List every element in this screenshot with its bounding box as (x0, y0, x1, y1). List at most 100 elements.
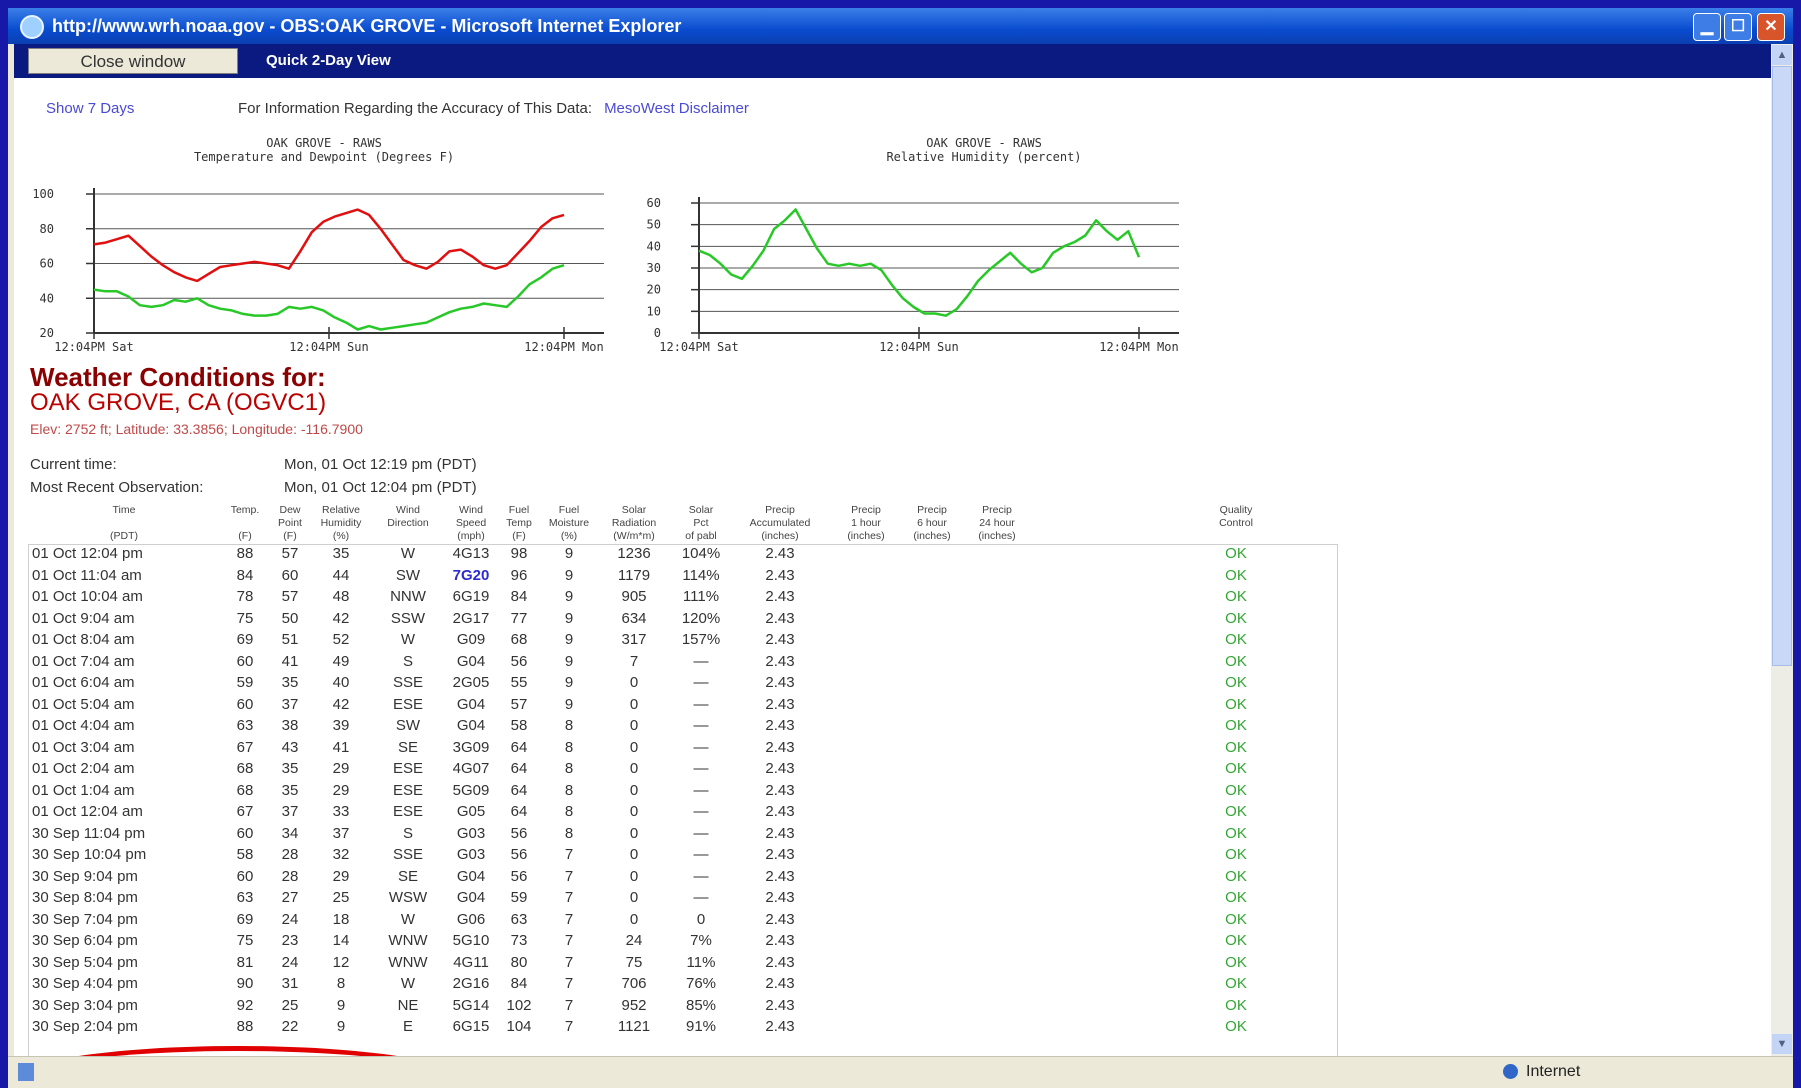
table-cell: 35 (332, 545, 350, 563)
scroll-up-arrow-icon[interactable]: ▲ (1772, 45, 1792, 65)
column-header: 6 hour (917, 517, 947, 529)
table-cell: W (400, 975, 416, 993)
table-cell: 905 (621, 588, 647, 606)
table-cell: — (693, 867, 709, 885)
column-header: (W/m*m) (613, 530, 655, 542)
table-cell: 42 (332, 609, 350, 627)
table-cell: 0 (629, 738, 639, 756)
table-cell (828, 973, 904, 995)
column-header (372, 530, 444, 543)
title-bar: http://www.wrh.noaa.gov - OBS:OAK GROVE … (8, 8, 1793, 44)
most-recent-value: Mon, 01 Oct 12:04 pm (PDT) (284, 479, 477, 496)
table-cell (828, 629, 904, 651)
table-cell: 2.43 (765, 652, 795, 670)
table-cell: SSE (392, 846, 423, 864)
table-cell: — (693, 717, 709, 735)
table-cell: 30 Sep 6:04 pm (32, 932, 138, 950)
table-row: 01 Oct 9:04 am 75 50 42 SSW 2G17 77 9 634 120% 2.4… (28, 608, 1438, 630)
table-cell: 01 Oct 1:04 am (32, 781, 135, 799)
table-cell: W (400, 631, 416, 649)
column-header (1034, 530, 1438, 543)
table-cell: 102 (506, 996, 532, 1014)
table-cell: 37 (281, 695, 299, 713)
table-cell: OK (1225, 953, 1247, 971)
table-cell: 7 (564, 910, 574, 928)
table-cell: — (693, 652, 709, 670)
table-cell: OK (1225, 889, 1247, 907)
column-header: Dew (279, 504, 301, 516)
scroll-down-arrow-icon[interactable]: ▼ (1772, 1034, 1792, 1054)
table-cell: 25 (332, 889, 350, 907)
column-header: Quality (1219, 504, 1253, 516)
column-header: (F) (238, 530, 252, 542)
column-header: Fuel (558, 504, 580, 516)
table-cell: G06 (456, 910, 486, 928)
table-cell: 9 (564, 588, 574, 606)
table-cell: 0 (629, 803, 639, 821)
table-cell: 43 (281, 738, 299, 756)
table-cell: 0 (629, 781, 639, 799)
table-cell (828, 608, 904, 630)
table-cell: W (400, 545, 416, 563)
table-cell: 952 (621, 996, 647, 1014)
table-cell: 8 (564, 824, 574, 842)
table-row: 01 Oct 12:04 am 67 37 33 ESE G05 64 8 0 — 2.43 OK (28, 801, 1438, 823)
table-cell (960, 866, 1034, 888)
table-cell: NE (397, 996, 419, 1014)
scroll-thumb[interactable] (1772, 66, 1792, 666)
table-cell: 75 (625, 953, 643, 971)
table-cell: — (693, 889, 709, 907)
table-cell: OK (1225, 631, 1247, 649)
table-cell: W (400, 910, 416, 928)
table-cell: G03 (456, 846, 486, 864)
table-cell: 2.43 (765, 846, 795, 864)
table-cell (904, 1016, 960, 1038)
series-line (698, 208, 1141, 317)
table-cell: 1179 (617, 566, 651, 584)
table-cell: 0 (629, 674, 639, 692)
table-cell: 41 (332, 738, 350, 756)
show-7-days-link[interactable]: Show 7 Days (46, 100, 134, 117)
table-cell: 01 Oct 12:04 pm (32, 545, 143, 563)
table-cell: 5G09 (452, 781, 490, 799)
table-cell: 37 (281, 803, 299, 821)
table-cell: 24 (625, 932, 643, 950)
column-header: Precip (917, 504, 947, 516)
table-cell: 37 (332, 824, 350, 842)
chart-plot: 100 80 60 40 2012:04PM Sat 12:04PM Sun 12:04PM… (32, 187, 604, 354)
close-window-link-button[interactable]: Close window (28, 48, 238, 74)
table-cell (904, 909, 960, 931)
table-cell (960, 1016, 1034, 1038)
table-cell: 57 (281, 588, 299, 606)
table-cell (960, 608, 1034, 630)
table-cell: 2G17 (452, 609, 490, 627)
column-header: Relative (322, 504, 360, 516)
table-cell: 0 (629, 889, 639, 907)
table-cell: 77 (510, 609, 528, 627)
table-cell: 7 (564, 867, 574, 885)
table-cell: WNW (388, 932, 428, 950)
table-cell: OK (1225, 674, 1247, 692)
minimize-button[interactable]: ▁ (1693, 13, 1721, 41)
close-window-button[interactable]: ✕ (1757, 13, 1785, 41)
table-cell: 2.43 (765, 1018, 795, 1036)
table-cell: G09 (456, 631, 486, 649)
mesowest-disclaimer-link[interactable]: MesoWest Disclaimer (604, 100, 749, 117)
table-cell: 30 Sep 10:04 pm (32, 846, 147, 864)
vertical-scrollbar[interactable]: ▲ ▼ (1771, 44, 1793, 1056)
table-cell (960, 737, 1034, 759)
table-cell: 9 (564, 609, 574, 627)
table-cell: 8 (564, 738, 574, 756)
maximize-button[interactable]: ☐ (1724, 13, 1752, 41)
table-cell: 9 (564, 631, 574, 649)
y-tick-label: 10 (647, 304, 661, 318)
table-cell (904, 694, 960, 716)
table-cell: 30 Sep 8:04 pm (32, 889, 138, 907)
column-header: Solar (688, 504, 714, 516)
table-cell: 7 (564, 846, 574, 864)
table-cell: 64 (510, 781, 528, 799)
table-cell: — (693, 803, 709, 821)
table-row: 01 Oct 3:04 am 67 43 41 SE 3G09 64 8 0 — 2.43 OK (28, 737, 1438, 759)
table-cell (828, 823, 904, 845)
table-cell: — (693, 781, 709, 799)
